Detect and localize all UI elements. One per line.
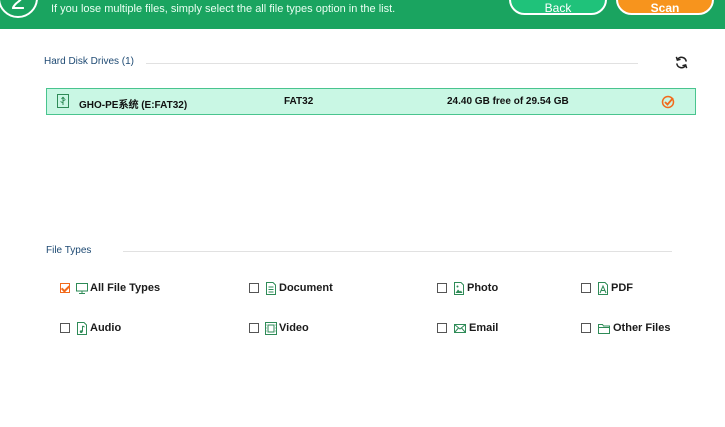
drive-space: 24.40 GB free of 29.54 GB	[447, 96, 569, 107]
filetype-all-checkbox[interactable]	[60, 283, 70, 293]
pdf-icon	[598, 281, 608, 295]
filetype-other-label: Other Files	[613, 322, 671, 334]
video-icon	[265, 321, 277, 335]
filetype-photo-label: Photo	[467, 282, 499, 294]
drives-divider	[146, 63, 638, 64]
filetype-document-checkbox[interactable]	[249, 283, 259, 293]
filetype-video-label: Video	[279, 322, 309, 334]
filetype-all[interactable]: All File Types	[60, 280, 160, 296]
filetype-audio-checkbox[interactable]	[60, 323, 70, 333]
filetype-pdf[interactable]: PDF	[581, 280, 633, 296]
back-button[interactable]: Back	[509, 0, 607, 15]
filetype-other-checkbox[interactable]	[581, 323, 591, 333]
drive-name: GHO-PE系统 (E:FAT32)	[79, 100, 188, 111]
step-number-badge: 2	[0, 0, 38, 18]
email-icon	[454, 323, 466, 333]
photo-icon	[454, 281, 464, 295]
filetype-pdf-checkbox[interactable]	[581, 283, 591, 293]
refresh-icon[interactable]	[674, 55, 689, 70]
filetype-audio-label: Audio	[90, 322, 122, 334]
filetype-email-label: Email	[469, 322, 499, 334]
folder-icon	[598, 323, 610, 334]
drive-row[interactable]: GHO-PE系统 (E:FAT32) FAT32 24.40 GB free o…	[46, 88, 696, 115]
filetype-document[interactable]: Document	[249, 280, 333, 296]
header-hint: If you lose multiple files, simply selec…	[51, 3, 396, 15]
file-types-section-title: File Types	[46, 245, 92, 256]
usb-drive-icon	[57, 94, 69, 108]
monitor-icon	[76, 282, 88, 294]
filetype-photo-checkbox[interactable]	[437, 283, 447, 293]
drives-section-title: Hard Disk Drives (1)	[44, 56, 135, 67]
filetype-video-checkbox[interactable]	[249, 323, 259, 333]
filetype-audio[interactable]: Audio	[60, 320, 121, 336]
header-bar: 2 If you lose multiple files, simply sel…	[0, 0, 725, 29]
filetype-pdf-label: PDF	[611, 282, 633, 294]
filetype-email[interactable]: Email	[437, 320, 498, 336]
filetype-video[interactable]: Video	[249, 320, 309, 336]
drive-selected-check-icon	[661, 95, 675, 109]
file-types-divider	[123, 251, 672, 252]
filetype-other[interactable]: Other Files	[581, 320, 670, 336]
audio-icon	[77, 321, 87, 335]
filetype-email-checkbox[interactable]	[437, 323, 447, 333]
document-icon	[266, 281, 276, 295]
filetype-document-label: Document	[279, 282, 333, 294]
filetype-all-label: All File Types	[90, 282, 161, 294]
drive-filesystem: FAT32	[284, 96, 314, 107]
scan-button[interactable]: Scan	[616, 0, 714, 15]
filetype-photo[interactable]: Photo	[437, 280, 498, 296]
